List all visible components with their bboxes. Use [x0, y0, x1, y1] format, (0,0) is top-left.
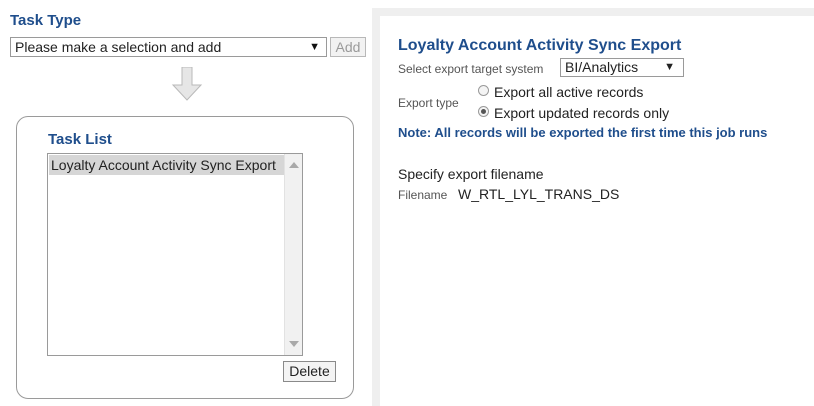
export-note: Note: All records will be exported the f…: [398, 125, 768, 140]
arrow-down-icon: [171, 67, 203, 101]
export-type-label: Export type: [398, 96, 459, 110]
radio-export-updated-label[interactable]: Export updated records only: [494, 105, 669, 121]
specify-filename-label: Specify export filename: [398, 166, 544, 182]
listbox-scrollbar[interactable]: [284, 154, 302, 355]
radio-export-all-label[interactable]: Export all active records: [494, 84, 643, 100]
radio-export-updated[interactable]: [478, 106, 489, 117]
target-system-value: BI/Analytics: [565, 59, 639, 75]
scroll-down-icon[interactable]: [289, 341, 299, 347]
radio-export-all[interactable]: [478, 85, 489, 96]
dropdown-caret-icon: ▼: [309, 41, 320, 53]
task-type-select[interactable]: Please make a selection and add ▼: [10, 37, 327, 57]
task-listbox[interactable]: Loyalty Account Activity Sync Export: [47, 153, 303, 356]
export-title: Loyalty Account Activity Sync Export: [398, 37, 682, 54]
filename-value: W_RTL_LYL_TRANS_DS: [458, 186, 620, 202]
task-list-heading: Task List: [48, 131, 112, 148]
target-system-select[interactable]: BI/Analytics ▼: [560, 58, 684, 77]
dropdown-caret-icon: ▼: [664, 61, 675, 73]
target-system-label: Select export target system: [398, 62, 544, 76]
scroll-up-icon[interactable]: [289, 162, 299, 168]
delete-button[interactable]: Delete: [283, 361, 336, 382]
filename-label: Filename: [398, 188, 448, 202]
add-button[interactable]: Add: [330, 37, 366, 57]
task-type-select-value: Please make a selection and add: [15, 39, 222, 55]
task-type-heading: Task Type: [10, 12, 82, 29]
list-item[interactable]: Loyalty Account Activity Sync Export: [49, 155, 284, 175]
